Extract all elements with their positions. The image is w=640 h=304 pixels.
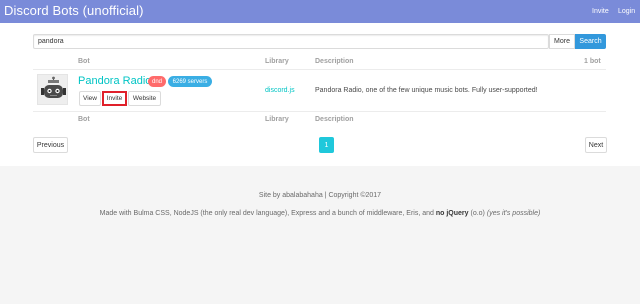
column-header-bot-count: 1 bot [584, 58, 601, 65]
footer-header-description: Description [315, 116, 354, 123]
column-header-library: Library [265, 58, 289, 65]
library-link[interactable]: discord.js [265, 87, 295, 94]
previous-page-button[interactable]: Previous [33, 137, 68, 153]
header-divider [33, 69, 606, 70]
page-1-button[interactable]: 1 [319, 137, 334, 153]
site-brand[interactable]: Discord Bots (unofficial) [4, 3, 144, 18]
nav-invite-link[interactable]: Invite [592, 8, 609, 15]
status-badge: dnd [148, 76, 166, 87]
nav-login-link[interactable]: Login [618, 8, 635, 15]
next-page-button[interactable]: Next [585, 137, 607, 153]
server-count-badge: 6269 servers [168, 76, 212, 87]
footer-header-library: Library [265, 116, 289, 123]
pandora-robot-icon [41, 76, 66, 98]
view-button[interactable]: View [79, 91, 101, 106]
search-input[interactable] [33, 34, 549, 49]
footer-made-with: Made with Bulma CSS, NodeJS (the only re… [0, 210, 640, 217]
bot-avatar[interactable] [37, 74, 68, 105]
footer-aside: (yes it's possible) [486, 210, 541, 217]
column-header-bot: Bot [78, 58, 90, 65]
invite-button[interactable]: Invite [102, 91, 127, 106]
top-navbar: Discord Bots (unofficial) Invite Login [0, 0, 640, 23]
footer-header-bot: Bot [78, 116, 90, 123]
bot-name-link[interactable]: Pandora Radio [78, 75, 151, 87]
column-header-description: Description [315, 58, 354, 65]
bot-description: Pandora Radio, one of the few unique mus… [315, 87, 538, 94]
footer-no-jquery: no jQuery [435, 210, 469, 217]
footer-face: (o.o) [470, 210, 485, 217]
search-button[interactable]: Search [575, 34, 606, 49]
more-button[interactable]: More [549, 34, 575, 49]
page-footer: Site by abalabahaha | Copyright ©2017 Ma… [0, 166, 640, 304]
footer-made-with-text: Made with Bulma CSS, NodeJS (the only re… [99, 210, 434, 217]
footer-credit: Site by abalabahaha | Copyright ©2017 [258, 192, 382, 199]
footer-divider [33, 111, 606, 112]
website-button[interactable]: Website [128, 91, 161, 106]
